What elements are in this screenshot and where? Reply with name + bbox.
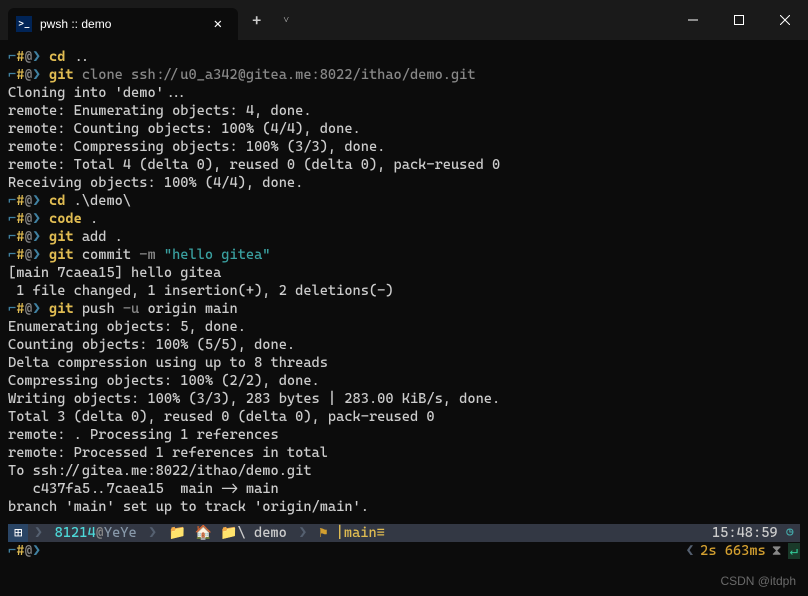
output-line: Total 3 (delta 0), reused 0 (delta 0), p… bbox=[8, 408, 800, 426]
path-end: demo bbox=[254, 525, 287, 541]
output-line: remote: Compressing objects: 100% (3/3),… bbox=[8, 138, 800, 156]
output-line: Compressing objects: 100% (2/2), done. bbox=[8, 372, 800, 390]
output-line: Receiving objects: 100% (4/4), done. bbox=[8, 174, 800, 192]
close-button[interactable] bbox=[762, 4, 808, 36]
output-line: Cloning into 'demo'... bbox=[8, 84, 800, 102]
left-arrow-icon: ❮ bbox=[682, 543, 694, 559]
user-host: 81214@YeYe bbox=[49, 524, 143, 542]
command-line: ⌐#@❯ git clone ssh://u0_a342@gitea.me:80… bbox=[8, 66, 800, 84]
chevron-icon: ❯ bbox=[28, 524, 48, 542]
duration: 2s 663ms bbox=[700, 543, 766, 559]
new-tab-button[interactable]: + bbox=[238, 11, 275, 30]
windows-icon: ⊞ bbox=[8, 524, 28, 542]
branch-icon: ⚑ bbox=[319, 525, 327, 541]
folder-icon: 📁 bbox=[169, 525, 186, 541]
output-line: c437fa5..7caea15 main -> main bbox=[8, 480, 800, 498]
titlebar: >_ pwsh :: demo ✕ + ˅ bbox=[0, 0, 808, 40]
output-line: To ssh://gitea.me:8022/ithao/demo.git bbox=[8, 462, 800, 480]
hourglass-icon: ⧗ bbox=[772, 543, 782, 559]
folder-icon: 📁 bbox=[220, 525, 237, 541]
output-line: Writing objects: 100% (3/3), 283 bytes |… bbox=[8, 390, 800, 408]
output-line: remote: . Processing 1 references bbox=[8, 426, 800, 444]
output-line: Enumerating objects: 5, done. bbox=[8, 318, 800, 336]
output-line: remote: Processed 1 references in total bbox=[8, 444, 800, 462]
command-line: ⌐#@❯ git commit -m "hello gitea" bbox=[8, 246, 800, 264]
output-line: branch 'main' set up to track 'origin/ma… bbox=[8, 498, 800, 516]
command-line: ⌐#@❯ git push -u origin main bbox=[8, 300, 800, 318]
output-line: remote: Enumerating objects: 4, done. bbox=[8, 102, 800, 120]
path-segment: 📁 🏠 📁 \ demo bbox=[163, 524, 293, 542]
output-line: [main 7caea15] hello gitea bbox=[8, 264, 800, 282]
chevron-icon: ❯ bbox=[293, 524, 313, 542]
tab-title: pwsh :: demo bbox=[40, 17, 200, 31]
window-controls bbox=[670, 4, 808, 36]
status-bar-secondary: ⌐#@❯ ❮ 2s 663ms ⧗ ↵ bbox=[8, 542, 800, 560]
command-line: ⌐#@❯ cd .\demo\ bbox=[8, 192, 800, 210]
time-segment: 15:48:59 ◷ bbox=[706, 524, 800, 542]
chevron-icon: ❯ bbox=[143, 524, 163, 542]
status-right: ❮ 2s 663ms ⧗ ↵ bbox=[682, 543, 800, 559]
clock-icon: ◷ bbox=[786, 525, 794, 541]
dropdown-icon[interactable]: ˅ bbox=[275, 15, 297, 26]
close-icon[interactable]: ✕ bbox=[208, 14, 228, 34]
branch-segment: ⚑ | main ≡ bbox=[313, 524, 391, 542]
prompt-open: ⌐ bbox=[8, 543, 16, 559]
tab-area: >_ pwsh :: demo ✕ + ˅ bbox=[0, 0, 297, 40]
output-line: Counting objects: 100% (5/5), done. bbox=[8, 336, 800, 354]
output-line: Delta compression using up to 8 threads bbox=[8, 354, 800, 372]
home-icon: 🏠 bbox=[195, 525, 212, 541]
maximize-button[interactable] bbox=[716, 4, 762, 36]
output-line: remote: Counting objects: 100% (4/4), do… bbox=[8, 120, 800, 138]
output-line: remote: Total 4 (delta 0), reused 0 (del… bbox=[8, 156, 800, 174]
check-icon: ↵ bbox=[788, 543, 800, 559]
tab-pwsh[interactable]: >_ pwsh :: demo ✕ bbox=[8, 8, 238, 40]
minimize-button[interactable] bbox=[670, 4, 716, 36]
command-line: ⌐#@❯ code . bbox=[8, 210, 800, 228]
output-line: 1 file changed, 1 insertion(+), 2 deleti… bbox=[8, 282, 800, 300]
watermark: CSDN @itdph bbox=[720, 574, 796, 588]
powershell-icon: >_ bbox=[16, 16, 32, 32]
command-line: ⌐#@❯ cd .. bbox=[8, 48, 800, 66]
terminal-output[interactable]: ⌐#@❯ cd ..⌐#@❯ git clone ssh://u0_a342@g… bbox=[0, 40, 808, 524]
command-line: ⌐#@❯ git add . bbox=[8, 228, 800, 246]
status-bar-primary: ⊞ ❯ 81214@YeYe ❯ 📁 🏠 📁 \ demo ❯ ⚑ | main… bbox=[8, 524, 800, 542]
